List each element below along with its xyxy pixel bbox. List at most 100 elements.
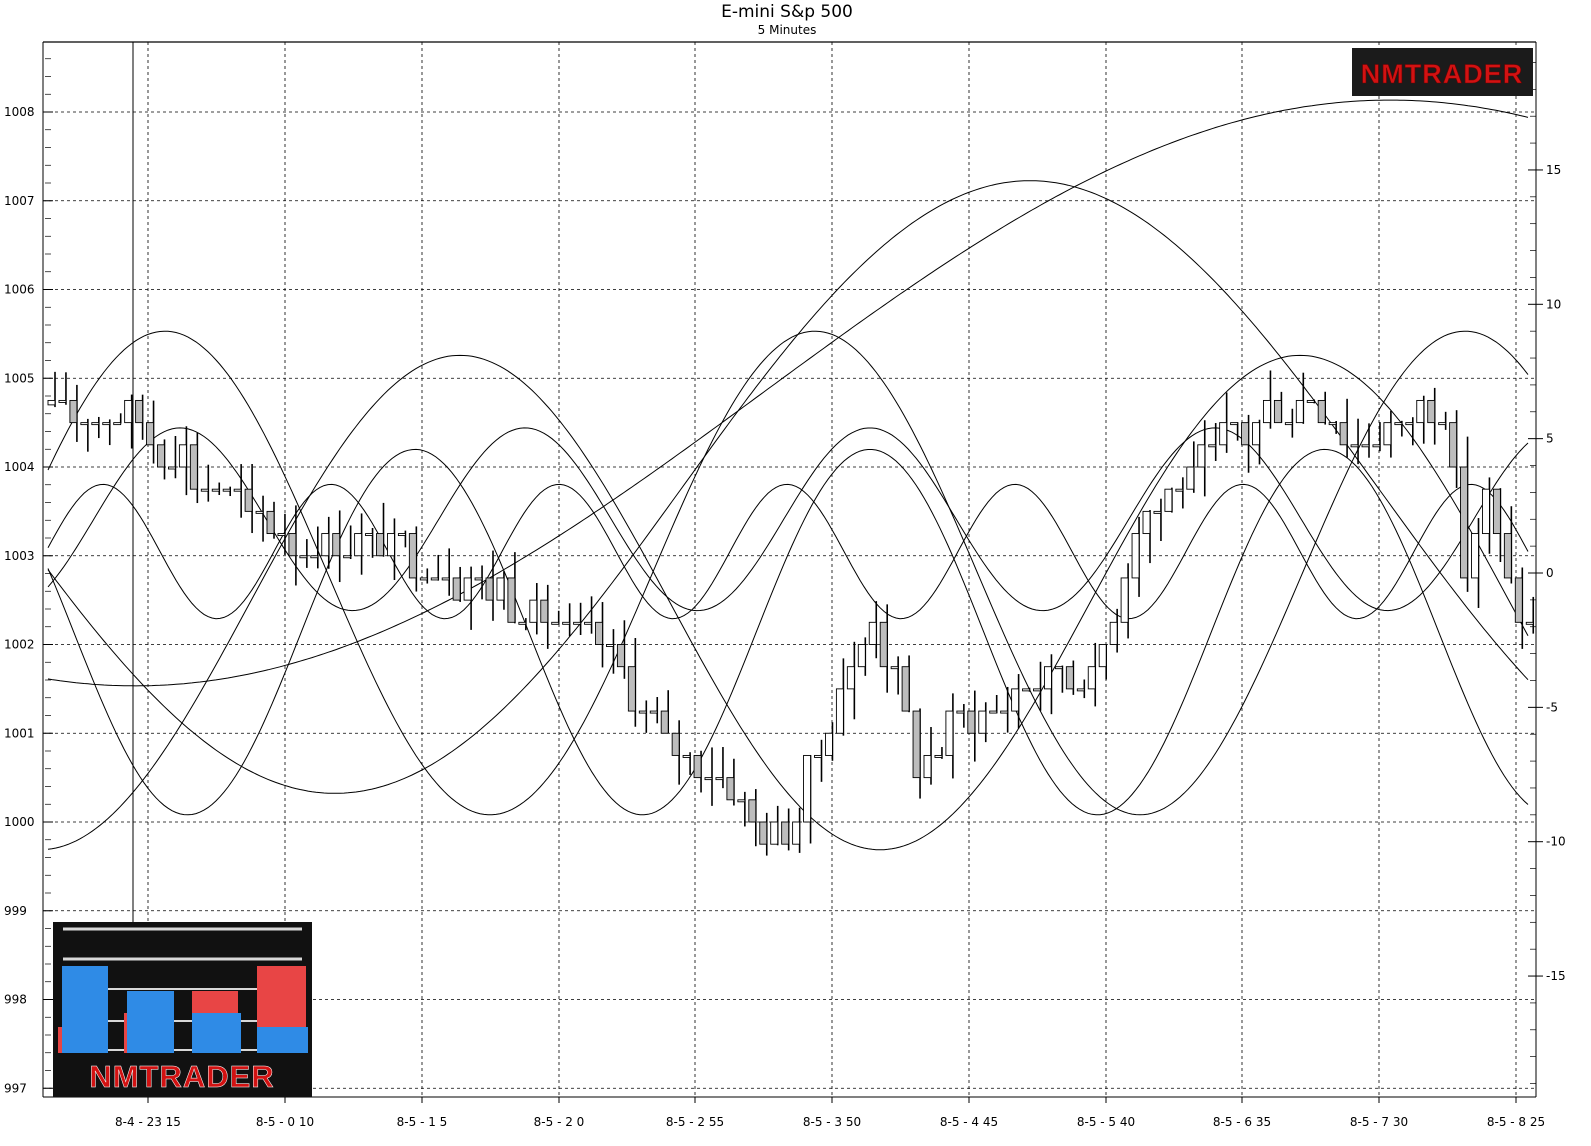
x-tick-label: 8-5 - 6 35 [1213,1115,1271,1129]
candle-body [770,821,779,845]
logo-bar-blue-3 [192,1013,241,1053]
candle-body [540,599,549,623]
y-axis-right: 15 10 5 0 -5 -10 -15 [1528,163,1566,983]
cycle-curve [47,448,1529,816]
x-tick-label: 8-5 - 8 25 [1487,1115,1545,1129]
y-tick-label: 1006 [4,283,35,297]
candle-body [233,488,242,492]
x-tick-label: 8-5 - 3 50 [803,1115,861,1129]
candle-body [1120,577,1129,623]
candle-body [606,644,614,647]
candle-body [244,488,253,512]
candle-body [1252,422,1260,446]
candle-body [627,666,636,712]
candle-body [846,666,855,690]
candle-body [1339,422,1348,446]
candle-body [649,710,658,714]
y-right-tick-label: 5 [1546,432,1554,446]
candle-body [288,533,297,557]
candle-body [397,533,406,537]
candle-body [157,444,165,468]
candle-body [200,488,209,492]
candle-body [222,488,231,492]
candle-body [474,577,483,581]
candle-body [1481,488,1490,535]
y-axis-left: 1008 1007 1006 1005 1004 1003 1002 1001 1000 999 9… [4,105,53,1095]
candle-body [365,533,373,537]
candle-body [1186,466,1195,490]
candle-body [901,666,910,712]
candle-body [1295,399,1304,424]
y-right-tick-label: 0 [1546,566,1554,580]
candle-body [485,577,494,601]
candle-body [989,710,998,714]
candle-body [1361,444,1370,448]
candle-body [452,577,461,601]
candle-body [1328,422,1337,426]
cycle-curve [47,99,1529,687]
candle-body [1131,533,1140,579]
candle-body [419,577,428,581]
candle-body [890,666,899,670]
logo-bar-blue-1 [62,966,108,1053]
candle-body [781,821,790,845]
x-tick-label: 8-5 - 0 10 [256,1115,314,1129]
candle-body [113,422,122,426]
candle-body [1197,444,1206,468]
candle-body [507,577,516,623]
y-right-tick-label: -5 [1546,700,1558,714]
candle-body [211,488,220,492]
candle-body [1043,666,1052,690]
candle-body [803,754,811,823]
candle-body [354,533,363,557]
y-tick-label: 1002 [4,638,35,652]
logo-text: NMTRADER [89,1059,274,1094]
candle-body [1065,666,1074,690]
candle-body [704,777,713,781]
candle-body [1492,488,1501,535]
candle-body [1087,666,1096,690]
brand-badge-top: NMTRADER [1352,48,1533,96]
candle-body [967,710,976,734]
candle-body [693,754,702,779]
candle-body [1273,399,1282,424]
candle-body [1208,444,1217,448]
chart-subtitle: 5 Minutes [758,23,817,37]
candle-body [135,399,144,424]
logo-bar-blue-2 [127,991,174,1053]
candle-body [408,533,417,579]
candle-body [1000,710,1009,714]
candle-body [671,732,680,756]
candle-body [1449,422,1458,468]
candle-body [1306,399,1315,403]
candle-body [737,799,746,803]
cycle-curve [47,354,1529,851]
cycle-curve [47,483,1529,620]
candle-body [69,399,78,424]
x-tick-label: 8-5 - 2 0 [534,1115,585,1129]
candle-body [1098,644,1107,668]
candle-body [1076,688,1085,692]
candle-body [1471,533,1479,579]
candle-body [124,399,133,424]
candle-body [1427,399,1436,424]
y-tick-label: 1000 [4,815,35,829]
candle-body [1011,688,1020,712]
candle-body [660,710,669,734]
candle-body [1460,466,1469,579]
candle-body [102,422,111,426]
candle-body [616,644,625,668]
candle-body [321,533,330,557]
candle-body [835,688,844,734]
x-tick-label: 8-5 - 4 45 [940,1115,998,1129]
candle-body [868,621,877,645]
candle-body [584,621,592,625]
candle-body [430,577,439,581]
candle-body [825,732,833,756]
candle-body [715,777,724,781]
candle-body [1383,422,1392,446]
x-tick-label: 8-4 - 23 15 [115,1115,181,1129]
y-right-tick-label: 10 [1546,297,1561,311]
candle-body [332,533,341,557]
candle-body [814,754,822,758]
